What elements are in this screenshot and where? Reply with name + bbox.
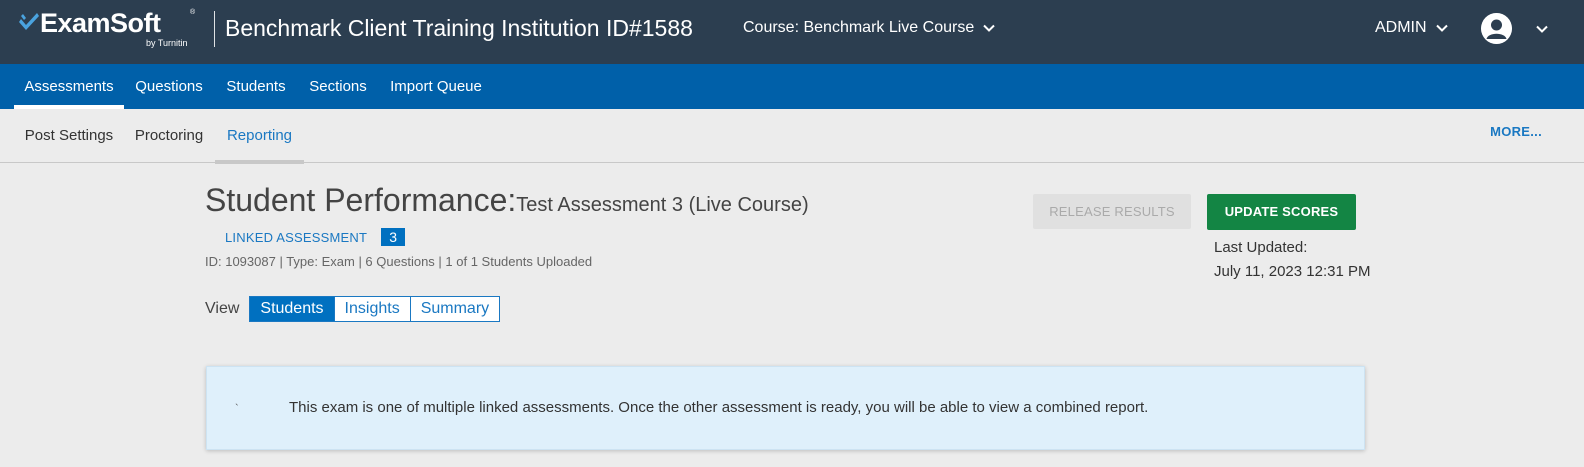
nav-tab-sections[interactable]: Sections: [305, 64, 371, 109]
last-updated-value: July 11, 2023 12:31 PM: [1214, 263, 1371, 280]
course-selector-label: Course: Benchmark Live Course: [743, 19, 975, 36]
view-label: View: [205, 300, 240, 317]
header-divider: [214, 11, 215, 47]
chevron-down-icon: [1435, 24, 1448, 32]
logo-subtitle: by Turnitin: [146, 38, 188, 48]
role-selector-label: ADMIN: [1375, 19, 1427, 36]
user-menu-chevron-down-icon[interactable]: [1535, 22, 1549, 36]
view-summary-button[interactable]: Summary: [409, 297, 500, 321]
nav-tab-students[interactable]: Students: [222, 64, 290, 109]
more-menu-link[interactable]: MORE...: [1490, 109, 1542, 155]
linked-assessment-row: LINKED ASSESSMENT 3: [225, 228, 406, 246]
nav-tab-import-queue[interactable]: Import Queue: [386, 64, 486, 109]
view-insights-button[interactable]: Insights: [333, 297, 410, 321]
user-icon: [1481, 13, 1512, 44]
examsoft-logo[interactable]: ExamSoft ® by Turnitin: [18, 8, 198, 52]
secondary-nav: Post Settings Proctoring Reporting MORE.…: [0, 109, 1584, 164]
logo-wordmark: ExamSoft: [40, 8, 161, 38]
subnav-tab-proctoring[interactable]: Proctoring: [130, 109, 208, 163]
subnav-tab-reporting[interactable]: Reporting: [215, 109, 304, 164]
top-header: ExamSoft ® by Turnitin Benchmark Client …: [0, 0, 1584, 64]
institution-title: Benchmark Client Training Institution ID…: [225, 15, 693, 41]
assessment-name: Test Assessment 3 (Live Course): [516, 194, 809, 216]
chevron-down-icon: [983, 24, 995, 32]
nav-tab-questions[interactable]: Questions: [131, 64, 207, 109]
course-selector[interactable]: Course: Benchmark Live Course: [743, 19, 996, 37]
view-students-button[interactable]: Students: [250, 297, 334, 321]
view-segmented-control: Students Insights Summary: [249, 296, 501, 322]
linked-count-badge: 3: [381, 228, 406, 246]
update-scores-button[interactable]: UPDATE SCORES: [1207, 194, 1356, 230]
last-updated-label: Last Updated:: [1214, 239, 1308, 256]
subnav-tab-post-settings[interactable]: Post Settings: [22, 109, 116, 163]
nav-tab-assessments[interactable]: Assessments: [14, 64, 124, 109]
assessment-meta: ID: 1093087 | Type: Exam | 6 Questions |…: [205, 254, 593, 269]
view-switcher: View Students Insights Summary: [205, 296, 501, 322]
primary-nav: Assessments Questions Students Sections …: [0, 64, 1584, 109]
linked-assessment-link[interactable]: LINKED ASSESSMENT: [225, 230, 367, 245]
linked-assessment-info-banner: ` This exam is one of multiple linked as…: [206, 366, 1365, 450]
user-avatar[interactable]: [1481, 13, 1512, 44]
role-selector[interactable]: ADMIN: [1375, 19, 1449, 37]
info-banner-text: This exam is one of multiple linked asse…: [289, 399, 1149, 416]
release-results-button[interactable]: RELEASE RESULTS: [1033, 194, 1191, 229]
info-icon: `: [235, 403, 239, 415]
logo-registered-mark: ®: [190, 9, 196, 16]
page-title-main: Student Performance:: [205, 182, 517, 218]
page-title: Student Performance:Test Assessment 3 (L…: [205, 182, 809, 219]
logo-mark-icon: [19, 13, 39, 30]
